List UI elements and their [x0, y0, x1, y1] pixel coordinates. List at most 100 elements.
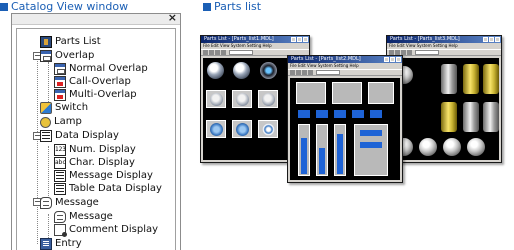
num-display-icon: 123 [54, 144, 66, 156]
entry-icon [40, 238, 52, 250]
window-toolbar[interactable] [387, 49, 501, 56]
tree-item-char-display[interactable]: abc Char. Display [54, 157, 135, 169]
tree-item-label: Overlap [55, 50, 95, 61]
tree-line [48, 146, 49, 202]
tree-item-label: Message [69, 211, 113, 222]
block-part [360, 142, 382, 148]
button-part [206, 120, 226, 138]
tree-item-label: Lamp [54, 116, 82, 127]
block-part [370, 110, 382, 118]
button-part [258, 120, 278, 138]
lamp-icon [40, 116, 51, 128]
tree-item-multi-overlap[interactable]: Multi-Overlap [54, 89, 137, 101]
window-title: Parts List - [Parts_list3.MDL] [390, 36, 460, 42]
button-part [206, 90, 226, 108]
heading-square-icon [203, 2, 211, 11]
tree-item-comment-display[interactable]: Comment Display [54, 224, 159, 237]
tree-item-table-data-display[interactable]: Table Data Display [54, 183, 162, 195]
comment-display-icon [54, 224, 67, 237]
tree-item-message-child[interactable]: Message [54, 211, 113, 223]
tree-item-lamp[interactable]: Lamp [40, 116, 82, 128]
knob-part [260, 62, 277, 79]
block-part [334, 110, 346, 118]
block-part [352, 110, 364, 118]
tree-item-message[interactable]: Message [40, 197, 99, 209]
tree-item-message-display[interactable]: Message Display [54, 170, 153, 182]
parts-list-icon [40, 36, 52, 48]
tree-item-label: Multi-Overlap [69, 89, 137, 100]
tree-item-parts-list[interactable]: Parts List [40, 36, 101, 48]
button-part [232, 120, 252, 138]
close-icon[interactable]: × [168, 12, 177, 24]
panel-part [332, 82, 362, 104]
catalog-view-heading-text: Catalog View window [11, 0, 129, 13]
tree-item-entry[interactable]: Entry [40, 238, 82, 250]
char-display-icon: abc [54, 157, 66, 169]
data-display-icon [40, 130, 52, 142]
panel-part [296, 82, 326, 104]
parts-canvas [389, 58, 499, 160]
window-title: Parts List - [Parts_list2.MDL] [291, 56, 361, 62]
parts-list-heading: Parts list [203, 0, 261, 13]
window-buttons[interactable] [483, 37, 500, 42]
button-part [232, 90, 252, 108]
tree-item-label: Entry [55, 238, 82, 249]
bar-fill [301, 138, 307, 174]
multi-overlap-icon [54, 89, 66, 101]
catalog-view-heading: Catalog View window [0, 0, 128, 13]
tree-item-label: Table Data Display [69, 183, 162, 194]
heading-square-icon [0, 2, 8, 11]
message-icon [40, 197, 52, 209]
tree-item-call-overlap[interactable]: Call-Overlap [54, 76, 131, 88]
tree-item-switch[interactable]: Switch [40, 102, 88, 114]
cylinder-part [483, 102, 499, 132]
button-part [258, 90, 278, 108]
tree-line [48, 62, 49, 104]
tree-item-label: Comment Display [69, 224, 159, 235]
window-toolbar[interactable] [288, 69, 402, 76]
message-child-icon [54, 211, 66, 223]
cylinder-part [441, 102, 457, 132]
cylinder-part [483, 64, 499, 94]
parts-list-heading-text: Parts list [214, 0, 262, 13]
tree-item-label: Normal Overlap [69, 63, 148, 74]
block-part [298, 110, 310, 118]
bar-fill [319, 148, 325, 174]
window-buttons[interactable] [291, 37, 308, 42]
ball-part [467, 138, 485, 156]
block-part [316, 110, 328, 118]
catalog-view-window: × − − − Parts List Overlap Normal Overla… [11, 12, 181, 250]
window-titlebar: Parts List - [Parts_list1.MDL] [201, 36, 309, 43]
ball-part [419, 138, 437, 156]
window-title: Parts List - [Parts_list1.MDL] [204, 36, 274, 42]
call-overlap-icon [54, 76, 66, 88]
tree-item-label: Data Display [55, 130, 119, 141]
knob-part [207, 62, 224, 79]
ball-part [443, 138, 461, 156]
message-display-icon [54, 170, 66, 182]
catalog-titlebar: × [12, 12, 180, 25]
parts-canvas [290, 78, 400, 180]
knob-part [233, 62, 250, 79]
parts-list-window-3[interactable]: Parts List - [Parts_list3.MDL] File Edit… [386, 35, 502, 163]
parts-list-window-2[interactable]: Parts List - [Parts_list2.MDL] File Edit… [287, 55, 403, 183]
tree-item-label: Char. Display [69, 157, 135, 168]
bar-fill [337, 134, 343, 174]
window-buttons[interactable] [384, 57, 401, 62]
window-titlebar: Parts List - [Parts_list2.MDL] [288, 56, 402, 63]
tree-item-overlap[interactable]: Overlap [40, 50, 94, 62]
tree-item-label: Switch [55, 102, 89, 113]
panel-part [368, 82, 394, 104]
tree-item-label: Call-Overlap [69, 76, 131, 87]
window-titlebar: Parts List - [Parts_list3.MDL] [387, 36, 501, 43]
tree-item-normal-overlap[interactable]: Normal Overlap [54, 63, 148, 75]
tree-item-num-display[interactable]: 123 Num. Display [54, 144, 136, 156]
switch-icon [40, 102, 52, 114]
overlap-icon [40, 50, 52, 62]
tree-item-label: Message [55, 197, 99, 208]
tree-line [37, 54, 38, 244]
tree-item-label: Parts List [55, 36, 101, 47]
tree-item-data-display[interactable]: Data Display [40, 130, 119, 142]
cylinder-part [463, 64, 479, 94]
block-part [360, 130, 382, 136]
